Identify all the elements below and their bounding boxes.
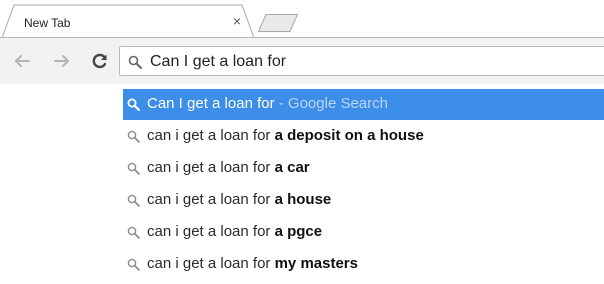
search-icon — [128, 55, 142, 69]
search-icon — [127, 98, 140, 111]
back-button[interactable] — [8, 46, 36, 76]
tab-new-tab[interactable]: New Tab × — [2, 4, 254, 38]
search-icon — [127, 194, 140, 207]
suggestion-completion: a pgce — [274, 223, 323, 240]
suggestion-prefix: can i get a loan for — [147, 159, 275, 176]
tab-title: New Tab — [24, 16, 71, 30]
suggestion-row[interactable]: Can I get a loan for - Google Search — [123, 89, 604, 120]
suggestion-row[interactable]: can i get a loan for my masters — [123, 249, 604, 280]
new-tab-button[interactable] — [257, 14, 299, 32]
omnibox-input-text[interactable]: Can I get a loan for — [150, 53, 286, 71]
suggestion-prefix: can i get a loan for — [147, 223, 275, 240]
reload-button[interactable] — [86, 46, 114, 76]
suggestion-prefix: can i get a loan for — [147, 255, 275, 272]
suggestion-row[interactable]: can i get a loan for a house — [123, 185, 604, 216]
suggestion-text: can i get a loan for a car — [147, 159, 310, 176]
suggestion-text: can i get a loan for a pgce — [147, 223, 322, 240]
suggestion-text: can i get a loan for a house — [147, 191, 331, 208]
suggestion-completion: a house — [274, 191, 332, 208]
tab-strip: New Tab × — [0, 0, 604, 38]
suggestion-prefix: Can I get a loan for — [147, 95, 275, 112]
search-icon — [127, 258, 140, 271]
suggestion-text: Can I get a loan for - Google Search — [147, 95, 388, 112]
search-icon — [127, 162, 140, 175]
suggestion-prefix: can i get a loan for — [147, 191, 275, 208]
omnibox[interactable]: Can I get a loan for — [119, 46, 604, 76]
close-icon[interactable]: × — [230, 14, 244, 28]
suggestion-prefix: can i get a loan for — [147, 127, 275, 144]
forward-arrow-icon — [54, 55, 69, 67]
suggestion-hint: - Google Search — [274, 95, 388, 112]
suggestion-text: can i get a loan for a deposit on a hous… — [147, 127, 424, 144]
search-icon — [127, 226, 140, 239]
suggestion-row[interactable]: can i get a loan for a deposit on a hous… — [123, 121, 604, 152]
suggestion-row[interactable]: can i get a loan for a car — [123, 153, 604, 184]
back-arrow-icon — [15, 55, 30, 67]
suggestion-row[interactable]: can i get a loan for a pgce — [123, 217, 604, 248]
suggestion-dropdown: Can I get a loan for - Google Search can… — [123, 89, 604, 284]
new-tab-icon — [257, 14, 299, 32]
forward-button[interactable] — [48, 46, 76, 76]
suggestion-text: can i get a loan for my masters — [147, 255, 358, 272]
reload-icon — [92, 53, 107, 69]
suggestion-completion: a deposit on a house — [274, 127, 424, 144]
suggestion-completion: a car — [274, 159, 310, 176]
suggestion-completion: my masters — [274, 255, 358, 272]
search-icon — [127, 130, 140, 143]
toolbar: Can I get a loan for — [0, 38, 604, 84]
